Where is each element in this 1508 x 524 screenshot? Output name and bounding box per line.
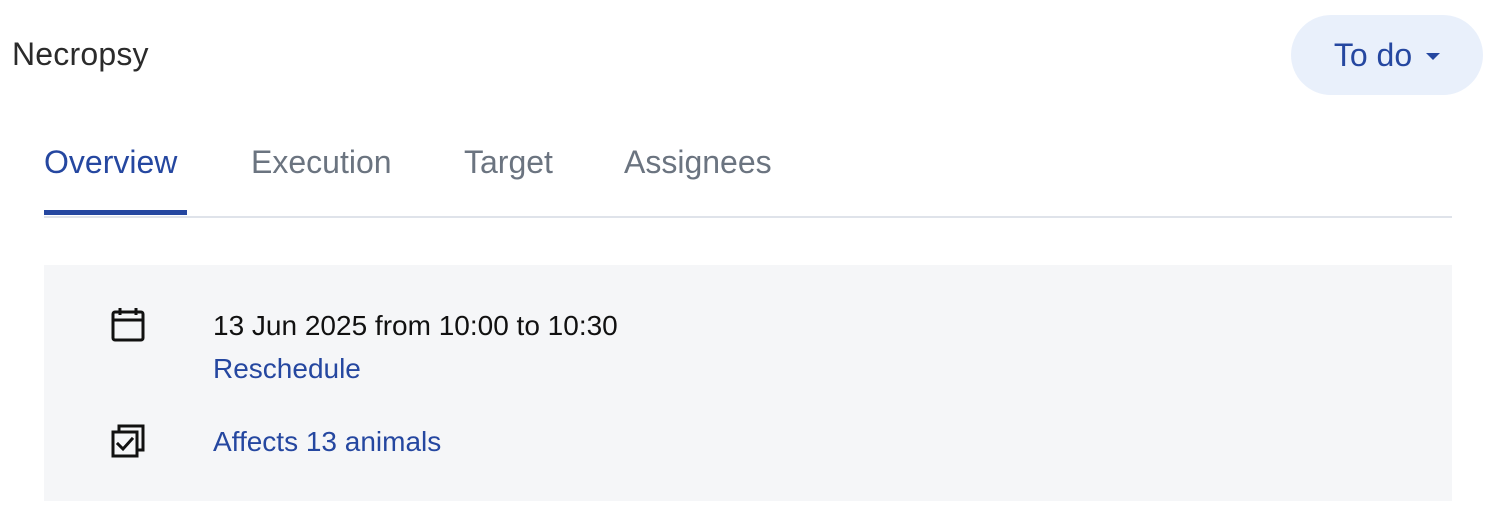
- tab-assignees[interactable]: Assignees: [624, 142, 772, 182]
- schedule-text: 13 Jun 2025 from 10:00 to 10:30: [213, 310, 618, 341]
- reschedule-link[interactable]: Reschedule: [213, 352, 361, 386]
- caret-down-icon: [1426, 52, 1441, 60]
- status-label: To do: [1333, 36, 1413, 73]
- status-dropdown-button[interactable]: To do: [1291, 15, 1483, 95]
- page-title: Necropsy: [12, 36, 149, 72]
- calendar-icon: [110, 307, 146, 348]
- overview-panel: 13 Jun 2025 from 10:00 to 10:30 Reschedu…: [44, 265, 1452, 501]
- tab-target[interactable]: Target: [464, 142, 553, 182]
- tab-overview[interactable]: Overview: [44, 142, 177, 182]
- multi-select-check-icon: [110, 423, 146, 464]
- tab-execution[interactable]: Execution: [251, 142, 392, 182]
- affects-animals-link[interactable]: Affects 13 animals: [213, 425, 441, 459]
- tab-bar: Overview Execution Target Assignees: [44, 132, 1452, 218]
- active-tab-indicator: [44, 210, 187, 215]
